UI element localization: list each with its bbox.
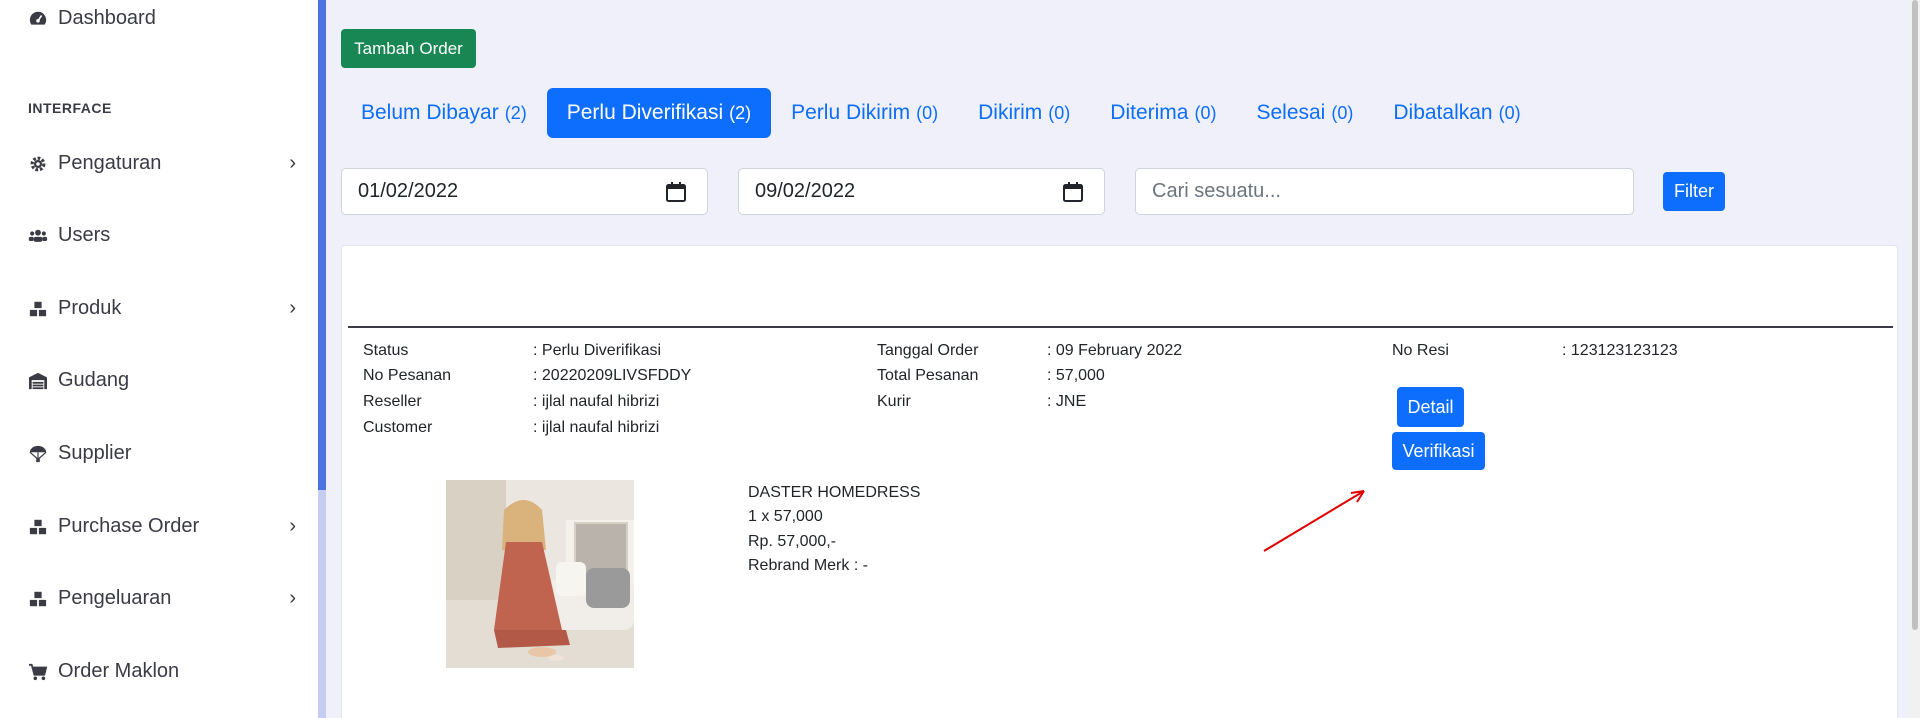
sidebar-item-label: Gudang bbox=[58, 369, 130, 391]
tab-dikirim[interactable]: Dikirim (0) bbox=[958, 88, 1090, 138]
sidebar-item-label: Supplier bbox=[58, 442, 132, 464]
tab-label: Diterima bbox=[1110, 101, 1189, 124]
sidebar-item-gudang[interactable]: Gudang bbox=[28, 369, 296, 392]
order-date-label: Tanggal Order bbox=[877, 342, 979, 359]
add-order-button[interactable]: Tambah Order bbox=[341, 29, 476, 68]
sidebar: Dashboard INTERFACE Pengaturan › Users P… bbox=[0, 0, 318, 718]
tab-count: (0) bbox=[1048, 102, 1071, 123]
tab-diterima[interactable]: Diterima (0) bbox=[1090, 88, 1236, 138]
tab-count: (2) bbox=[504, 102, 527, 123]
order-number-label: No Pesanan bbox=[363, 367, 452, 384]
sidebar-item-dashboard[interactable]: Dashboard bbox=[28, 7, 296, 30]
sidebar-item-label: Produk bbox=[58, 297, 122, 319]
cart-icon bbox=[28, 662, 48, 682]
tab-count: (0) bbox=[1331, 102, 1354, 123]
tab-label: Dikirim bbox=[978, 101, 1043, 124]
product-rebrand: Rebrand Merk : - bbox=[748, 557, 869, 574]
tab-count: (0) bbox=[1498, 102, 1521, 123]
status-value: : Perlu Diverifikasi bbox=[533, 342, 662, 359]
sidebar-item-label: Pengeluaran bbox=[58, 587, 172, 609]
tab-label: Dibatalkan bbox=[1393, 101, 1493, 124]
tab-perlu-dikirim[interactable]: Perlu Dikirim (0) bbox=[771, 88, 958, 138]
filter-button[interactable]: Filter bbox=[1663, 172, 1725, 211]
reseller-label: Reseller bbox=[363, 393, 422, 410]
tab-count: (0) bbox=[1194, 102, 1217, 123]
product-name: DASTER HOMEDRESS bbox=[748, 484, 921, 501]
courier-value: : JNE bbox=[1047, 393, 1087, 410]
sidebar-item-label: Users bbox=[58, 224, 111, 246]
sidebar-item-order-maklon[interactable]: Order Maklon bbox=[28, 660, 296, 683]
tab-count: (0) bbox=[916, 102, 939, 123]
users-icon bbox=[28, 226, 48, 246]
product-image bbox=[446, 480, 634, 668]
chevron-right-icon: › bbox=[289, 152, 296, 174]
sidebar-item-supplier[interactable]: Supplier bbox=[28, 442, 296, 465]
sidebar-scrollbar-track bbox=[318, 490, 326, 718]
chevron-right-icon: › bbox=[289, 515, 296, 537]
page-scrollbar-thumb[interactable] bbox=[1912, 0, 1918, 630]
tab-label: Belum Dibayar bbox=[361, 101, 499, 124]
gear-icon bbox=[28, 154, 48, 174]
tab-label: Perlu Dikirim bbox=[791, 101, 911, 124]
tab-label: Perlu Diverifikasi bbox=[566, 101, 724, 124]
sidebar-item-pengaturan[interactable]: Pengaturan › bbox=[28, 152, 296, 175]
search-input[interactable] bbox=[1135, 168, 1634, 215]
order-number-value: : 20220209LIVSFDDY bbox=[533, 367, 692, 384]
order-date-value: : 09 February 2022 bbox=[1047, 342, 1183, 359]
parachute-icon bbox=[28, 444, 48, 464]
customer-value: : ijlal naufal hibrizi bbox=[533, 419, 660, 436]
verify-button[interactable]: Verifikasi bbox=[1392, 432, 1485, 470]
sidebar-item-produk[interactable]: Produk › bbox=[28, 297, 296, 320]
status-label: Status bbox=[363, 342, 409, 359]
boxes-icon bbox=[28, 517, 48, 537]
tab-belum-dibayar[interactable]: Belum Dibayar (2) bbox=[341, 88, 547, 138]
tab-count: (2) bbox=[729, 102, 752, 123]
sidebar-heading: INTERFACE bbox=[28, 100, 112, 116]
warehouse-icon bbox=[28, 371, 48, 391]
customer-label: Customer bbox=[363, 419, 433, 436]
sidebar-item-label: Dashboard bbox=[58, 7, 156, 29]
boxes-icon bbox=[28, 299, 48, 319]
sidebar-item-users[interactable]: Users bbox=[28, 224, 296, 247]
product-price: Rp. 57,000,- bbox=[748, 533, 837, 550]
chevron-right-icon: › bbox=[289, 587, 296, 609]
tab-label: Selesai bbox=[1256, 101, 1326, 124]
detail-button[interactable]: Detail bbox=[1397, 387, 1464, 427]
tab-perlu-diverifikasi[interactable]: Perlu Diverifikasi (2) bbox=[546, 88, 772, 138]
sidebar-item-label: Purchase Order bbox=[58, 515, 200, 537]
courier-label: Kurir bbox=[877, 393, 911, 410]
tracking-number-label: No Resi bbox=[1392, 342, 1449, 359]
date-from-input[interactable]: 01/02/2022 bbox=[341, 168, 708, 215]
chevron-right-icon: › bbox=[289, 297, 296, 319]
annotation-arrow-icon bbox=[1263, 490, 1365, 552]
boxes-icon bbox=[28, 589, 48, 609]
tab-selesai[interactable]: Selesai (0) bbox=[1236, 88, 1373, 138]
dashboard-icon bbox=[28, 9, 48, 29]
order-status-tabs: Belum Dibayar (2) Perlu Diverifikasi (2)… bbox=[341, 88, 1541, 138]
tab-dibatalkan[interactable]: Dibatalkan (0) bbox=[1373, 88, 1540, 138]
date-from-value: 01/02/2022 bbox=[358, 180, 459, 202]
order-total-label: Total Pesanan bbox=[877, 367, 979, 384]
date-to-input[interactable]: 09/02/2022 bbox=[738, 168, 1105, 215]
sidebar-item-label: Order Maklon bbox=[58, 660, 180, 682]
card-divider bbox=[348, 326, 1893, 328]
reseller-value: : ijlal naufal hibrizi bbox=[533, 393, 660, 410]
tracking-number-value: : 123123123123 bbox=[1562, 342, 1678, 359]
sidebar-item-label: Pengaturan bbox=[58, 152, 162, 174]
sidebar-item-purchase-order[interactable]: Purchase Order › bbox=[28, 515, 296, 538]
product-quantity: 1 x 57,000 bbox=[748, 508, 823, 525]
sidebar-item-pengeluaran[interactable]: Pengeluaran › bbox=[28, 587, 296, 610]
date-to-value: 09/02/2022 bbox=[755, 180, 856, 202]
calendar-icon[interactable] bbox=[665, 181, 687, 203]
calendar-icon[interactable] bbox=[1062, 181, 1084, 203]
order-total-value: : 57,000 bbox=[1047, 367, 1105, 384]
